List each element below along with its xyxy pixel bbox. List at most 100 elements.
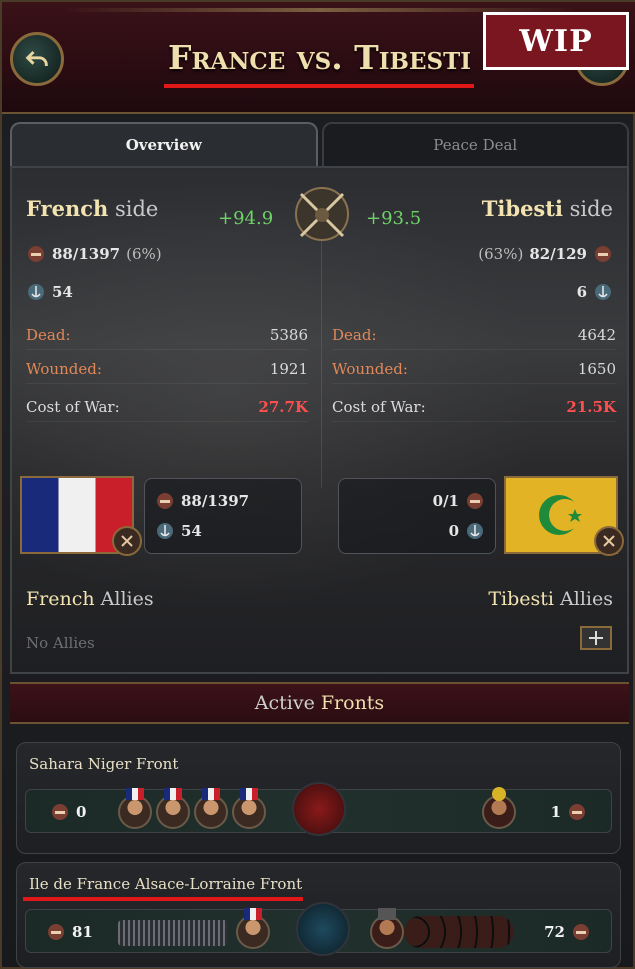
- left-side-title: French side: [26, 196, 158, 221]
- left-allies-word: Allies: [100, 588, 154, 610]
- left-side-word: side: [114, 197, 159, 221]
- tab-peace-deal[interactable]: Peace Deal: [321, 122, 629, 166]
- general-portrait[interactable]: [232, 788, 266, 829]
- left-allies-title: French Allies: [26, 588, 154, 610]
- general-portrait[interactable]: [156, 788, 190, 829]
- left-navy-stat: 54: [26, 282, 73, 302]
- left-card-army-stat: 88/1397: [155, 491, 249, 511]
- right-military-box: 0/1 0: [338, 478, 496, 554]
- army-stack-graphic: [118, 920, 228, 946]
- front-strength-bar: 0 1: [25, 782, 612, 836]
- right-front-units-value: 72: [544, 923, 565, 941]
- front-name: Ile de France Alsace-Lorraine Front: [29, 875, 303, 893]
- right-front-units: 1: [551, 802, 587, 822]
- left-card-army-value: 88/1397: [181, 492, 250, 510]
- left-army-value: 88/1397: [52, 245, 121, 263]
- soldier-icon: [573, 924, 589, 940]
- right-dead-row: Dead: 4642: [332, 320, 616, 350]
- right-front-units: 72: [544, 922, 591, 942]
- left-cost-label: Cost of War:: [26, 397, 120, 416]
- right-front-units-value: 1: [550, 803, 561, 821]
- right-war-score: +93.5: [366, 208, 422, 229]
- crescent-star-icon: [539, 495, 582, 535]
- navy-anchor-icon: [28, 284, 44, 300]
- navy-anchor-icon: [157, 523, 173, 539]
- right-wounded-label: Wounded:: [332, 359, 408, 378]
- left-navy-value: 54: [52, 283, 73, 301]
- right-army-stat: (63%) 82/129: [478, 244, 613, 264]
- left-front-units: 0: [50, 802, 86, 822]
- right-cost-value: 21.5K: [566, 397, 616, 416]
- right-war-badge-icon[interactable]: [594, 526, 624, 556]
- right-wounded-row: Wounded: 1650: [332, 354, 616, 384]
- left-front-units-value: 81: [72, 923, 93, 941]
- tab-bar: Overview Peace Deal: [10, 122, 629, 166]
- active-fronts-header: Active Fronts: [10, 682, 629, 724]
- soldier-icon: [52, 804, 68, 820]
- right-army-percent: (63%): [478, 245, 524, 263]
- right-card-navy-stat: 0: [449, 521, 485, 541]
- navy-anchor-icon: [595, 284, 611, 300]
- war-overview-window: France vs. Tibesti WIP Overview Peace De…: [0, 0, 635, 969]
- fronts-header-word-1: Active: [254, 692, 315, 714]
- front-strength-bar: 81 72: [25, 902, 612, 956]
- left-side-name: French: [26, 196, 109, 221]
- soldier-icon: [48, 924, 64, 940]
- left-cost-value: 27.7K: [258, 397, 308, 416]
- soldier-icon: [157, 493, 173, 509]
- tab-overview[interactable]: Overview: [10, 122, 318, 166]
- soldier-icon: [595, 246, 611, 262]
- front-card[interactable]: Ile de France Alsace-Lorraine Front 81 7…: [16, 862, 621, 968]
- left-front-units-value: 0: [76, 803, 87, 821]
- right-dead-label: Dead:: [332, 325, 377, 344]
- soldier-icon: [569, 804, 585, 820]
- right-allies-name: Tibesti: [488, 588, 554, 610]
- no-allies-text: No Allies: [26, 634, 95, 652]
- left-military-box: 88/1397 54: [144, 478, 302, 554]
- left-card-navy-stat: 54: [155, 521, 202, 541]
- right-wounded-value: 1650: [577, 359, 616, 378]
- right-allies-word: Allies: [560, 588, 613, 610]
- left-wounded-row: Wounded: 1921: [26, 354, 308, 384]
- left-front-units: 81: [46, 922, 93, 942]
- right-navy-value: 6: [576, 283, 587, 301]
- navy-anchor-icon: [467, 523, 483, 539]
- general-portrait[interactable]: [482, 787, 516, 829]
- left-wounded-label: Wounded:: [26, 359, 102, 378]
- left-allies-name: French: [26, 588, 95, 610]
- general-portrait[interactable]: [236, 908, 270, 949]
- right-side-word: side: [569, 197, 613, 221]
- general-portrait[interactable]: [370, 908, 404, 949]
- right-side-name: Tibesti: [481, 196, 563, 221]
- crossed-swords-icon: [295, 187, 349, 241]
- annotation-underline-title: [164, 84, 474, 88]
- front-card[interactable]: Sahara Niger Front 0 1: [16, 742, 621, 854]
- side-divider: [321, 228, 322, 488]
- right-side-title: Tibesti side: [482, 196, 613, 221]
- window-header: France vs. Tibesti WIP: [2, 2, 635, 114]
- right-cost-row: Cost of War: 21.5K: [332, 392, 616, 422]
- general-stack-graphic: [404, 916, 514, 948]
- left-war-badge-icon[interactable]: [112, 526, 142, 556]
- right-navy-stat: 6: [577, 282, 613, 302]
- left-card-navy-value: 54: [181, 522, 202, 540]
- annotation-underline-front: [23, 897, 303, 901]
- wip-badge: WIP: [483, 12, 629, 70]
- general-portrait[interactable]: [194, 788, 228, 829]
- right-army-value: 82/129: [529, 245, 587, 263]
- right-dead-value: 4642: [577, 325, 616, 344]
- right-cost-label: Cost of War:: [332, 397, 426, 416]
- right-card-navy-value: 0: [448, 522, 459, 540]
- general-portrait[interactable]: [118, 788, 152, 829]
- front-balance-orb: [296, 902, 350, 956]
- left-war-score: +94.9: [218, 208, 274, 229]
- left-cost-row: Cost of War: 27.7K: [26, 392, 308, 422]
- front-name: Sahara Niger Front: [29, 755, 179, 773]
- ally-flag-icon[interactable]: [580, 626, 612, 650]
- left-dead-value: 5386: [269, 325, 308, 344]
- front-balance-orb: [292, 782, 346, 836]
- left-wounded-value: 1921: [269, 359, 308, 378]
- fronts-header-word-2: Fronts: [320, 692, 385, 714]
- soldier-icon: [467, 493, 483, 509]
- left-dead-row: Dead: 5386: [26, 320, 308, 350]
